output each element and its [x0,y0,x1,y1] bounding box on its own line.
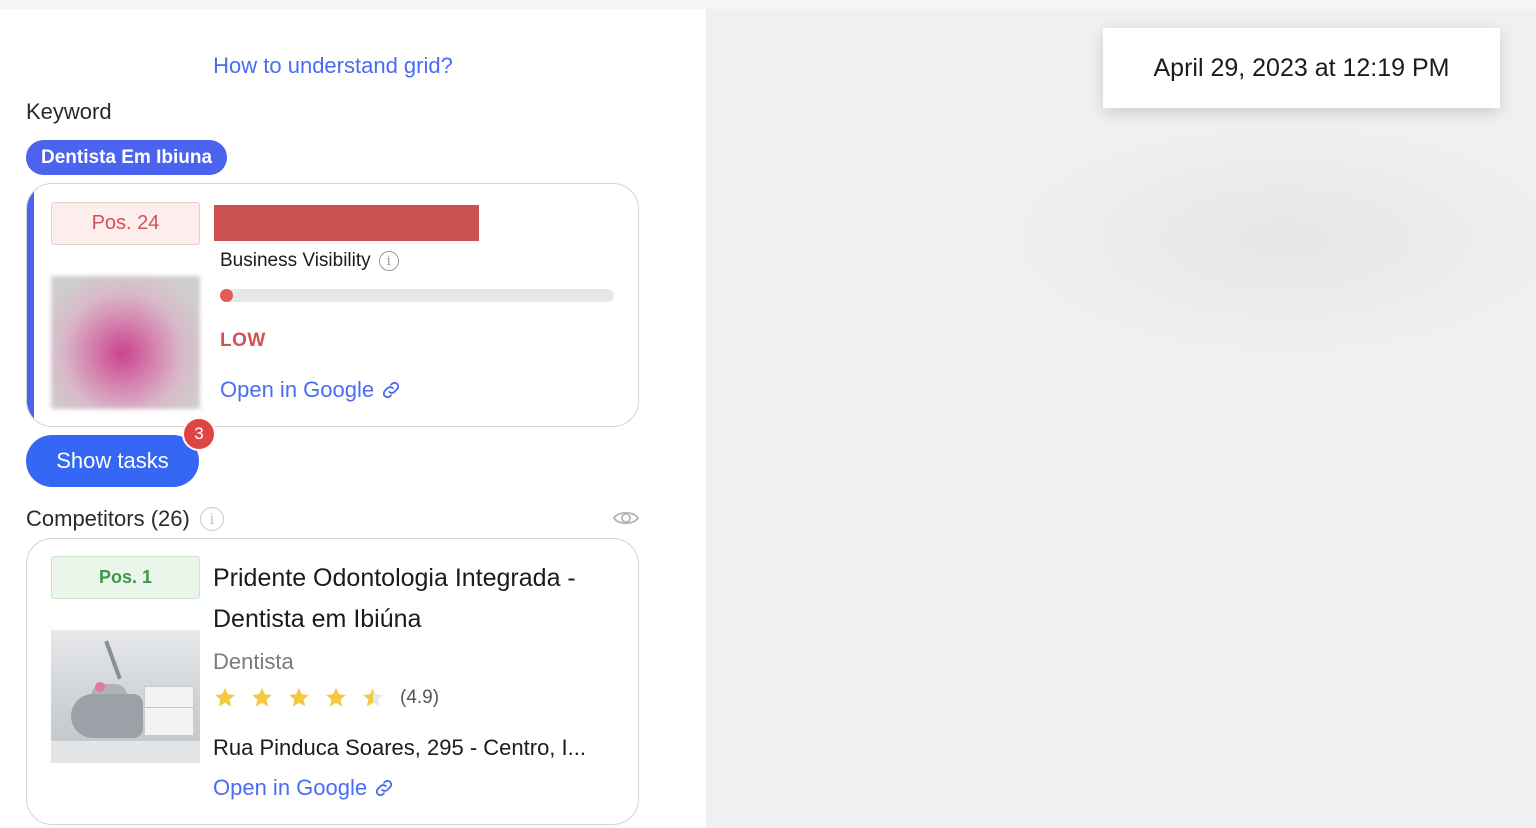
rating-value: (4.9) [400,687,440,708]
competitor-card[interactable]: Pos. 1 Pridente Odontologia Integrada - … [26,538,639,825]
business-name-redacted [214,205,479,241]
competitor-address: Rua Pinduca Soares, 295 - Centro, I... [213,735,586,760]
info-icon[interactable]: i [378,251,399,271]
task-count-badge: 3 [182,417,216,451]
competitor-name: Pridente Odontologia Integrada - Dentist… [213,564,576,633]
link-icon [382,381,400,399]
eye-icon[interactable] [612,508,640,528]
keyword-chip[interactable]: Dentista Em Ibiuna [26,140,228,175]
show-tasks-button[interactable]: Show tasks [26,435,199,487]
info-icon[interactable]: i [199,507,224,531]
business-visibility-label: Business Visibility [220,250,371,271]
visibility-progress-bar [220,289,614,302]
star-icon [215,688,235,707]
star-rating: (4.9) [213,686,439,710]
competitor-category: Dentista [213,649,294,674]
position-badge: Pos. 24 [51,202,200,245]
competitors-header: Competitors (26) i [26,506,224,532]
star-icon [252,688,272,707]
grid-help-link[interactable]: How to understand grid? [0,53,666,79]
half-star-icon [363,688,383,707]
results-panel: How to understand grid? Keyword Dentista… [0,9,706,828]
competitors-title: Competitors (26) [26,506,190,531]
competitor-open-in-google-link[interactable]: Open in Google [213,775,395,801]
open-in-google-link[interactable]: Open in Google [220,377,402,403]
map-shading [1006,119,1536,359]
competitor-photo [51,630,200,763]
visibility-progress-fill [220,289,233,302]
star-icon [289,688,309,707]
timestamp-card: April 29, 2023 at 12:19 PM [1103,28,1500,108]
business-card: Pos. 24 Business Visibility i LOW Open i… [26,183,639,427]
business-thumbnail [51,276,200,409]
competitor-position-badge: Pos. 1 [51,556,200,599]
map-area[interactable]: April 29, 2023 at 12:19 PM [706,9,1536,828]
link-icon [375,779,393,797]
business-visibility: Business Visibility i [220,250,399,272]
visibility-level: LOW [220,330,266,351]
keyword-label: Keyword [26,99,112,124]
open-in-google-label: Open in Google [220,377,375,402]
open-in-google-label: Open in Google [213,775,368,800]
top-bar [0,0,1536,9]
star-icon [326,688,346,707]
